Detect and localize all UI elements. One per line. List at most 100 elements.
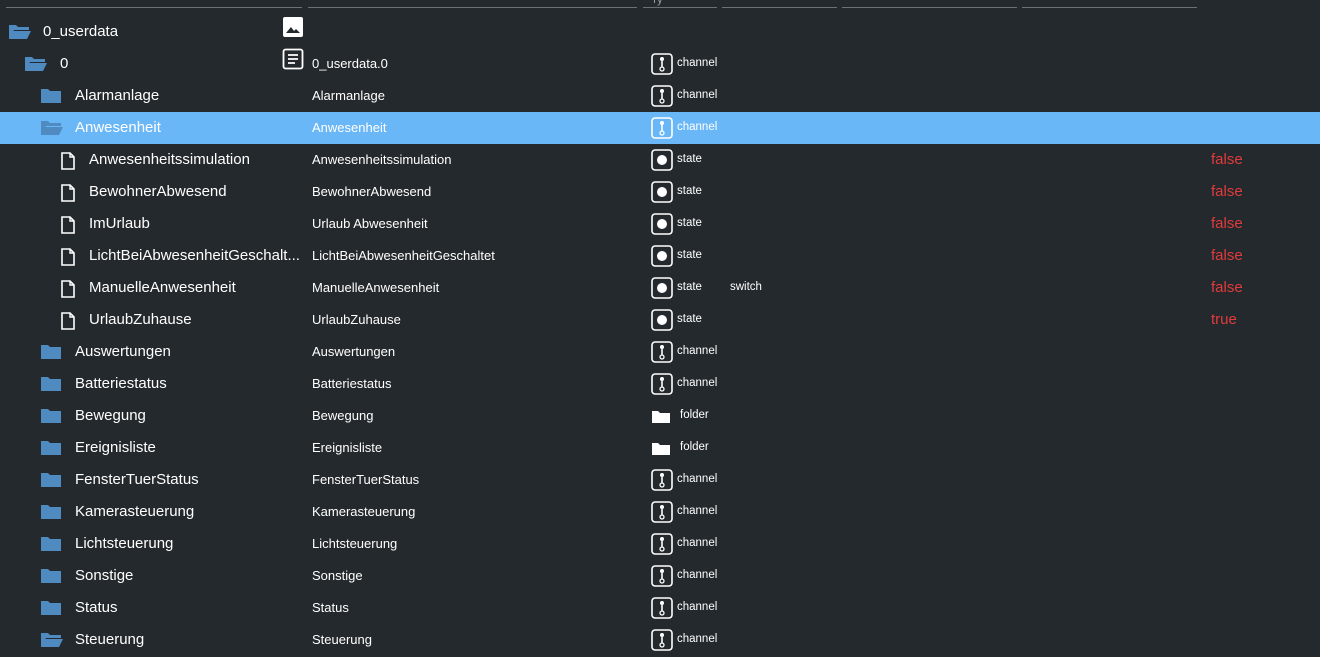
object-type: channel [677,121,718,133]
object-type: state [677,217,702,229]
object-name[interactable]: Auswertungen [75,343,171,360]
file-icon[interactable] [60,216,80,234]
channel-type-icon [651,501,673,528]
image-icon[interactable] [282,16,304,38]
object-name[interactable]: 0_userdata [43,23,118,40]
tree-row[interactable]: Batteriestatus Batteriestatus channel [0,368,1320,400]
column-header: ту [0,0,1320,14]
tree-row[interactable]: ImUrlaub Urlaub Abwesenheit state false [0,208,1320,240]
tree-row[interactable]: UrlaubZuhause UrlaubZuhause state true [0,304,1320,336]
object-name[interactable]: 0 [60,55,68,72]
tree-row[interactable]: 0_userdata [0,16,1320,48]
file-icon[interactable] [60,248,80,266]
folder-closed-icon[interactable] [40,600,61,616]
tree-row[interactable]: Anwesenheitssimulation Anwesenheitssimula… [0,144,1320,176]
type-column-header[interactable]: ту [652,0,663,6]
folder-type-icon [651,408,671,429]
state-value[interactable]: true [1211,311,1237,328]
state-value[interactable]: false [1211,247,1243,264]
header-divider[interactable] [722,7,837,8]
object-name[interactable]: BewohnerAbwesend [89,183,309,200]
object-name[interactable]: Alarmanlage [75,87,159,104]
object-name[interactable]: Kamerasteuerung [75,503,194,520]
object-description: Anwesenheitssimulation [312,152,452,167]
object-type: state [677,249,702,261]
object-description: Bewegung [312,408,374,423]
state-value[interactable]: false [1211,183,1243,200]
object-description: FensterTuerStatus [312,472,420,487]
channel-type-icon [651,85,673,112]
object-name[interactable]: Sonstige [75,567,133,584]
state-value[interactable]: false [1211,215,1243,232]
header-divider[interactable] [308,7,637,8]
folder-closed-icon[interactable] [40,536,61,552]
folder-closed-icon[interactable] [40,344,61,360]
file-icon[interactable] [60,184,80,202]
object-description: LichtBeiAbwesenheitGeschaltet [312,248,495,263]
tree-row[interactable]: 0 0_userdata.0 channel [0,48,1320,80]
channel-type-icon [651,565,673,592]
folder-open-icon[interactable] [40,120,63,136]
folder-open-icon[interactable] [24,56,47,72]
folder-closed-icon[interactable] [40,440,61,456]
object-name[interactable]: Anwesenheit [75,119,161,136]
tree-row[interactable]: FensterTuerStatus FensterTuerStatus channe… [0,464,1320,496]
folder-closed-icon[interactable] [40,376,61,392]
tree-row[interactable]: Auswertungen Auswertungen channel [0,336,1320,368]
object-description: Anwesenheit [312,120,387,135]
file-icon[interactable] [60,152,80,170]
object-name[interactable]: LichtBeiAbwesenheitGeschalt... [89,247,309,264]
object-type: channel [677,537,718,549]
header-divider[interactable] [1022,7,1197,8]
object-description: Alarmanlage [312,88,385,103]
tree-row[interactable]: Status Status channel [0,592,1320,624]
tree-row[interactable]: LichtBeiAbwesenheitGeschalt... LichtBeiAb… [0,240,1320,272]
tree-row[interactable]: Steuerung Steuerung channel [0,624,1320,656]
object-description: 0_userdata.0 [312,56,388,71]
header-divider[interactable] [842,7,1017,8]
object-name[interactable]: FensterTuerStatus [75,471,199,488]
description-icon[interactable] [282,48,304,70]
object-type: channel [677,377,718,389]
folder-closed-icon[interactable] [40,504,61,520]
folder-closed-icon[interactable] [40,88,61,104]
state-value[interactable]: false [1211,279,1243,296]
file-icon[interactable] [60,280,80,298]
tree-row[interactable]: Kamerasteuerung Kamerasteuerung channel [0,496,1320,528]
object-name[interactable]: Ereignisliste [75,439,156,456]
header-divider[interactable] [643,7,717,8]
folder-closed-icon[interactable] [40,408,61,424]
state-type-icon [651,181,673,208]
folder-closed-icon[interactable] [40,472,61,488]
tree-row[interactable]: Sonstige Sonstige channel [0,560,1320,592]
object-name[interactable]: Bewegung [75,407,146,424]
object-name[interactable]: Lichtsteuerung [75,535,173,552]
channel-type-icon [651,629,673,656]
object-name[interactable]: Status [75,599,118,616]
object-name[interactable]: ImUrlaub [89,215,309,232]
object-name[interactable]: UrlaubZuhause [89,311,309,328]
channel-type-icon [651,117,673,144]
tree-row[interactable]: BewohnerAbwesend BewohnerAbwesend state fal… [0,176,1320,208]
object-type: channel [677,57,718,69]
object-name[interactable]: Steuerung [75,631,144,648]
folder-open-icon[interactable] [8,24,31,40]
tree-row[interactable]: Anwesenheit Anwesenheit channel [0,112,1320,144]
folder-open-icon[interactable] [40,632,63,648]
channel-type-icon [651,341,673,368]
folder-closed-icon[interactable] [40,568,61,584]
tree-row[interactable]: Lichtsteuerung Lichtsteuerung channel [0,528,1320,560]
object-name[interactable]: Anwesenheitssimulation [89,151,309,168]
object-name[interactable]: ManuelleAnwesenheit [89,279,309,296]
tree-row[interactable]: Ereignisliste Ereignisliste folder [0,432,1320,464]
tree-row[interactable]: Bewegung Bewegung folder [0,400,1320,432]
state-value[interactable]: false [1211,151,1243,168]
file-icon[interactable] [60,312,80,330]
object-name[interactable]: Batteriestatus [75,375,167,392]
folder-type-icon [651,440,671,461]
object-description: ManuelleAnwesenheit [312,280,440,295]
header-divider[interactable] [6,7,302,8]
tree-row[interactable]: ManuelleAnwesenheit ManuelleAnwesenheit st… [0,272,1320,304]
object-type: channel [677,633,718,645]
tree-row[interactable]: Alarmanlage Alarmanlage channel [0,80,1320,112]
